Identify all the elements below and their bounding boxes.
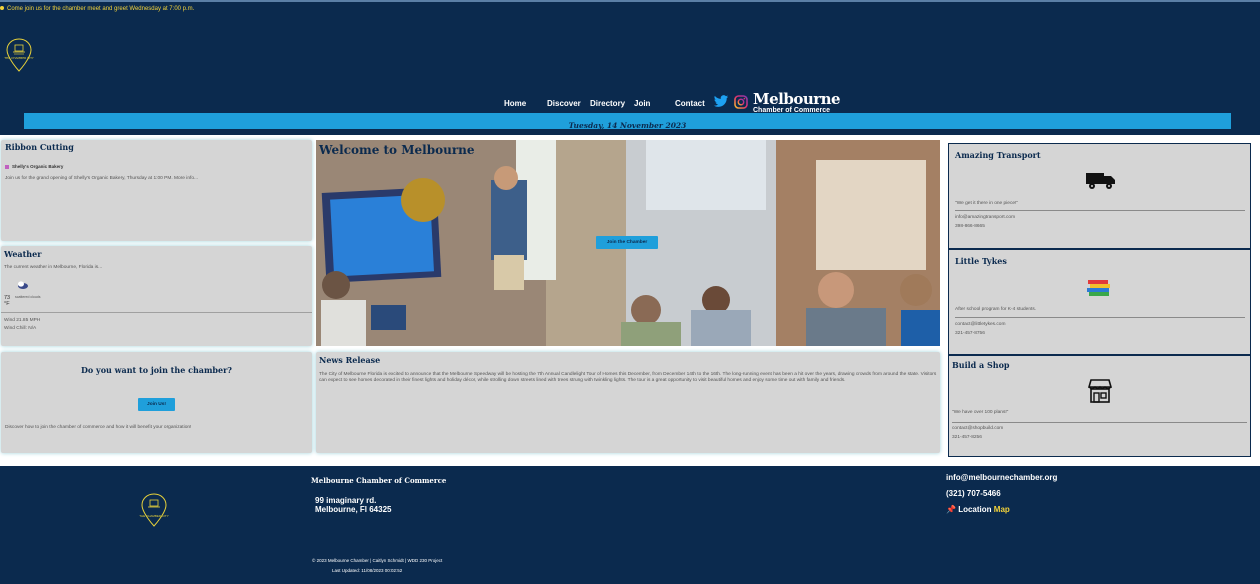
brand-name: Melbourne (753, 90, 841, 108)
ribbon-business-name: Shelly's Organic Bakery (12, 164, 64, 169)
hero-image: Welcome to Melbourne Join the Chamber (316, 140, 940, 346)
ribbon-cutting-card: Ribbon Cutting Shelly's Organic Bakery J… (1, 140, 312, 241)
weather-temp-unit: °F (4, 301, 10, 307)
weather-temp: 73 °F (4, 295, 10, 307)
nav-directory[interactable]: Directory (590, 99, 625, 108)
spotlight-email[interactable]: contact@littletykes.com (955, 322, 1005, 327)
ribbon-text: Join us for the grand opening of Shelly'… (5, 176, 198, 181)
ribbon-business: Shelly's Organic Bakery (5, 164, 63, 169)
welcome-title: Welcome to Melbourne (319, 143, 475, 157)
location-label: Location (958, 505, 992, 514)
join-question: Do you want to join the chamber? (80, 365, 232, 375)
weather-title: Weather (4, 249, 42, 259)
join-text: Discover how to join the chamber of comm… (5, 425, 192, 430)
footer-address-2: Melbourne, Fl 64325 (315, 505, 392, 514)
weather-chill: Wind Chill: N/A (4, 326, 37, 331)
truck-icon (1086, 173, 1115, 189)
spotlight-phone: 398-866-8665 (955, 224, 985, 229)
spotlight-tagline: "We get it there in one piece!" (955, 201, 1019, 206)
weather-wind: Wind 21.85 MPH (4, 318, 41, 323)
pin-icon: 📌 (946, 505, 956, 514)
spotlight-name: Build a Shop (952, 360, 1010, 370)
books-icon (1087, 280, 1110, 296)
bullet-icon (0, 6, 4, 11)
footer-phone: (321) 707-5466 (946, 489, 1001, 498)
shop-icon (1088, 379, 1112, 403)
spotlight-divider (955, 317, 1245, 318)
footer-copyright: © 2023 Melbourne Chamber | Caitlyn Schmi… (312, 558, 443, 563)
chamber-logo[interactable] (6, 38, 32, 72)
spotlight-email[interactable]: contact@shopbuild.com (952, 426, 1003, 431)
announcement-text: Come join us for the chamber meet and gr… (7, 6, 195, 12)
join-cta-card: Do you want to join the chamber? Join Us… (1, 352, 312, 453)
logo-caption: THE CHAMBER CITY (4, 56, 34, 60)
footer-location: 📌 Location Map (946, 505, 1010, 514)
spotlight-name: Amazing Transport (955, 150, 1041, 160)
spotlight-card-amazing-transport: Amazing Transport "We get it there in on… (948, 143, 1251, 249)
brand-title[interactable]: Melbourne Chamber of Commerce (753, 90, 841, 115)
weather-desc: scattered clouds (15, 295, 41, 299)
spotlight-divider (952, 422, 1247, 423)
announcement-banner: Come join us for the chamber meet and gr… (0, 6, 194, 12)
ribbon-icon (5, 164, 9, 169)
weather-divider (1, 312, 312, 313)
footer-updated: Last Updated: 11/08/2023 00:02:52 (332, 568, 403, 573)
weather-cloud-icon (18, 281, 28, 289)
nav-join[interactable]: Join (634, 99, 650, 108)
spotlight-name: Little Tykes (955, 256, 1007, 266)
footer-address-1: 99 imaginary rd. (315, 496, 377, 505)
spotlight-phone: 321-457-8756 (955, 331, 985, 336)
spotlight-card-little-tykes: Little Tykes After school program for K-… (948, 249, 1251, 355)
spotlight-tagline: After school program for K-4 students. (955, 307, 1037, 312)
news-title: News Release (319, 355, 381, 365)
header-top-border (0, 0, 1260, 2)
ribbon-title: Ribbon Cutting (5, 142, 74, 152)
news-text: The City of Melbourne Florida is excited… (319, 372, 937, 383)
date-bar: Tuesday, 14 November 2023 (24, 113, 1231, 130)
weather-card: Weather The current weather in Melbourne… (1, 246, 312, 346)
join-chamber-button[interactable]: Join the Chamber (596, 236, 658, 249)
footer-email[interactable]: info@melbournechamber.org (946, 473, 1057, 482)
footer-logo-caption: THE CHAMBER CITY (139, 514, 169, 518)
nav-contact[interactable]: Contact (675, 99, 705, 108)
footer-org-name: Melbourne Chamber of Commerce (311, 476, 447, 485)
weather-intro: The current weather in Melbourne, Florid… (4, 265, 103, 270)
spotlight-card-build-a-shop: Build a Shop "We have over 100 plans!" c… (948, 355, 1251, 457)
join-us-button[interactable]: Join Us! (138, 398, 175, 411)
current-date: Tuesday, 14 November 2023 (568, 121, 687, 130)
spotlight-divider (955, 210, 1245, 211)
news-release-card: News Release The City of Melbourne Flori… (316, 352, 940, 453)
spotlight-phone: 321-457-8256 (952, 435, 982, 440)
nav-home[interactable]: Home (504, 99, 526, 108)
nav-discover[interactable]: Discover (547, 99, 581, 108)
site-header: Come join us for the chamber meet and gr… (0, 0, 1260, 135)
spotlight-email[interactable]: info@amazingtransport.com (955, 215, 1015, 220)
spotlight-tagline: "We have over 100 plans!" (952, 410, 1009, 415)
twitter-icon[interactable] (713, 95, 729, 108)
footer-logo[interactable] (141, 493, 167, 527)
instagram-icon[interactable] (734, 95, 748, 109)
site-footer: THE CHAMBER CITY Melbourne Chamber of Co… (0, 466, 1260, 584)
map-link[interactable]: Map (994, 505, 1010, 514)
